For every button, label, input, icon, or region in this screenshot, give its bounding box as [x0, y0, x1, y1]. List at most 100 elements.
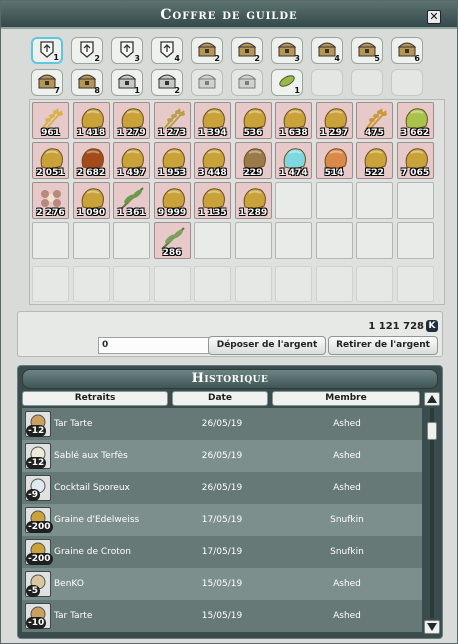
- inventory-slot[interactable]: 522: [356, 142, 393, 179]
- tab-number: 2: [94, 54, 100, 63]
- tab-number: 1: [294, 86, 300, 95]
- empty-inventory-slot[interactable]: [234, 222, 272, 259]
- history-row[interactable]: -5 BenKO 15/05/19 Ashed: [22, 568, 422, 600]
- empty-inventory-slot[interactable]: [194, 266, 231, 302]
- history-row[interactable]: -10 Tar Tarte 15/05/19 Ashed: [22, 600, 422, 632]
- empty-inventory-slot[interactable]: [315, 222, 353, 259]
- scroll-down-button[interactable]: [424, 620, 440, 634]
- inventory-slot[interactable]: 2 682: [72, 142, 110, 179]
- inventory-slot[interactable]: 1 361: [113, 182, 150, 219]
- empty-inventory-slot[interactable]: [396, 222, 434, 259]
- empty-inventory-slot[interactable]: [32, 222, 69, 259]
- scroll-thumb[interactable]: [427, 422, 437, 440]
- inventory-slot[interactable]: 1 289: [234, 182, 272, 219]
- empty-inventory-slot[interactable]: [194, 222, 231, 259]
- chest-tab-9[interactable]: 5: [351, 37, 383, 64]
- empty-inventory-slot[interactable]: [356, 266, 393, 302]
- chest-tab-4[interactable]: 4: [151, 37, 183, 64]
- chest-tab-13[interactable]: 1: [111, 69, 143, 96]
- inventory-slot[interactable]: 1 418: [72, 102, 110, 139]
- inventory-slot[interactable]: 2 276: [32, 182, 69, 219]
- withdrawal-item-name: Sablé aux Terfès: [54, 450, 128, 461]
- inventory-slot[interactable]: 1 474: [275, 142, 312, 179]
- chest-tab-15[interactable]: [191, 69, 223, 96]
- empty-inventory-slot[interactable]: [113, 222, 150, 259]
- slot-quantity: 9 999: [157, 208, 187, 218]
- tab-number: 3: [294, 54, 300, 63]
- withdrawal-quantity: -200: [26, 553, 53, 565]
- withdraw-money-button[interactable]: Retirer de l'argent: [328, 336, 438, 355]
- inventory-slot[interactable]: 536: [234, 102, 272, 139]
- empty-inventory-slot[interactable]: [315, 266, 353, 302]
- inventory-slot[interactable]: 1 297: [315, 102, 353, 139]
- inventory-slot[interactable]: 286: [153, 222, 191, 259]
- scroll-up-button[interactable]: [424, 392, 440, 406]
- withdrawal-member: Ashed: [333, 419, 361, 429]
- empty-inventory-slot[interactable]: [234, 266, 272, 302]
- inventory-slot[interactable]: 7 065: [396, 142, 434, 179]
- withdrawal-member: Snufkin: [330, 547, 364, 557]
- close-button[interactable]: ✕: [427, 10, 441, 24]
- empty-inventory-slot[interactable]: [275, 266, 312, 302]
- empty-inventory-slot[interactable]: [396, 266, 434, 302]
- inventory-slot[interactable]: 1 273: [153, 102, 191, 139]
- inventory-slot[interactable]: 1 953: [153, 142, 191, 179]
- empty-inventory-slot[interactable]: [356, 222, 393, 259]
- inventory-slot[interactable]: 1 135: [194, 182, 231, 219]
- tab-number: 7: [54, 86, 60, 95]
- empty-inventory-slot[interactable]: [113, 266, 150, 302]
- inventory-slot[interactable]: 961: [32, 102, 69, 139]
- inventory-slot[interactable]: 3 448: [194, 142, 231, 179]
- chest-tab-6[interactable]: 2: [231, 37, 263, 64]
- empty-inventory-slot[interactable]: [153, 266, 191, 302]
- empty-inventory-slot[interactable]: [275, 222, 312, 259]
- inventory-slot[interactable]: 1 090: [72, 182, 110, 219]
- chest-tab-10[interactable]: 6: [391, 37, 423, 64]
- chest-tab-2[interactable]: 2: [71, 37, 103, 64]
- chest-tab-5[interactable]: 2: [191, 37, 223, 64]
- slot-quantity: 1 297: [319, 128, 349, 138]
- deposit-money-button[interactable]: Déposer de l'argent: [208, 336, 326, 355]
- tart-icon: -10: [25, 603, 51, 629]
- inventory-slot[interactable]: 514: [315, 142, 353, 179]
- empty-inventory-slot[interactable]: [32, 266, 69, 302]
- chest-tab-12[interactable]: 8: [71, 69, 103, 96]
- history-row[interactable]: -12 Sablé aux Terfès 26/05/19 Ashed: [22, 440, 422, 472]
- money-amount-input[interactable]: 0: [98, 337, 220, 354]
- chest-tab-3[interactable]: 3: [111, 37, 143, 64]
- seed-bag-icon: -200: [25, 539, 53, 565]
- column-header-withdrawals[interactable]: Retraits: [22, 391, 168, 406]
- chest-tab-1[interactable]: 1: [31, 37, 63, 64]
- chest-tab-17[interactable]: 1: [271, 69, 303, 96]
- chest-tab-7[interactable]: 3: [271, 37, 303, 64]
- inventory-slot[interactable]: 475: [356, 102, 393, 139]
- empty-inventory-slot[interactable]: [396, 182, 434, 219]
- empty-inventory-slot[interactable]: [72, 222, 110, 259]
- history-row[interactable]: -200 Graine d'Edelweiss 17/05/19 Snufkin: [22, 504, 422, 536]
- history-row[interactable]: -200 Graine de Croton 17/05/19 Snufkin: [22, 536, 422, 568]
- empty-inventory-slot[interactable]: [72, 266, 110, 302]
- chest-tab-16[interactable]: [231, 69, 263, 96]
- chest-tab-14[interactable]: 2: [151, 69, 183, 96]
- inventory-slot[interactable]: 9 999: [153, 182, 191, 219]
- column-header-date[interactable]: Date: [172, 391, 268, 406]
- inventory-slot[interactable]: 1 497: [113, 142, 150, 179]
- chest-tab-8[interactable]: 4: [311, 37, 343, 64]
- inventory-slot[interactable]: 1 394: [194, 102, 231, 139]
- empty-inventory-slot[interactable]: [275, 182, 312, 219]
- history-scrollbar[interactable]: [424, 392, 440, 636]
- inventory-slot[interactable]: 2 051: [32, 142, 69, 179]
- inventory-slot[interactable]: 1 638: [275, 102, 312, 139]
- inventory-slot[interactable]: 229: [234, 142, 272, 179]
- title-bar[interactable]: Coffre de guilde ✕: [1, 1, 457, 29]
- empty-inventory-slot[interactable]: [356, 182, 393, 219]
- column-header-member[interactable]: Membre: [272, 391, 420, 406]
- inventory-slot[interactable]: 1 279: [113, 102, 150, 139]
- withdrawal-item-name: Graine d'Edelweiss: [54, 514, 140, 525]
- empty-inventory-slot[interactable]: [315, 182, 353, 219]
- inventory-slot[interactable]: 3 662: [396, 102, 434, 139]
- chest-tab-11[interactable]: 7: [31, 69, 63, 96]
- history-row[interactable]: -12 Tar Tarte 26/05/19 Ashed: [22, 408, 422, 440]
- withdrawal-item-name: Tar Tarte: [54, 610, 93, 621]
- history-row[interactable]: -9 Cocktail Sporeux 26/05/19 Ashed: [22, 472, 422, 504]
